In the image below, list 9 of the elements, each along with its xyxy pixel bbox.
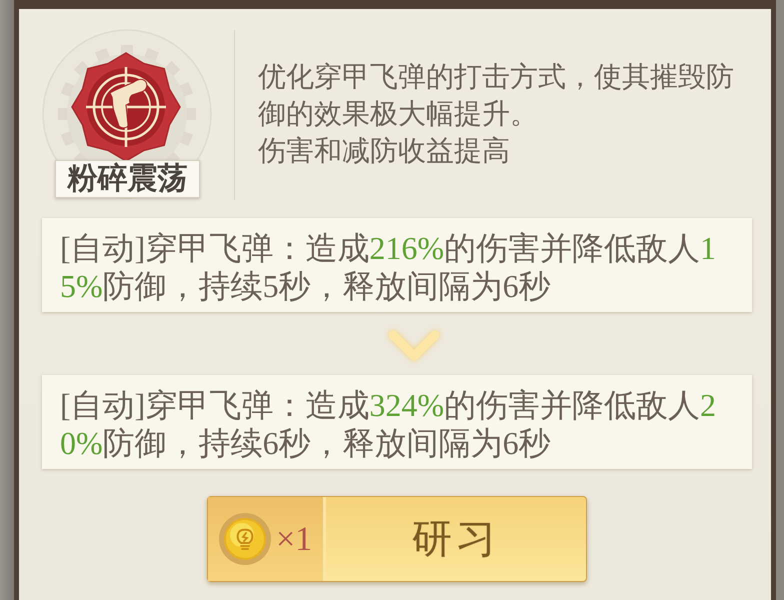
description-text: 伤害和减防收益提高 xyxy=(258,135,511,169)
effect-text: [自动]穿甲飞弹：造成216%的伤害并降低敌人15%防御，持续5秒，释放间隔为6秒 xyxy=(60,229,717,305)
skill-name-label: 粉碎震荡 xyxy=(55,160,200,198)
cost-count: ×1 xyxy=(276,520,312,560)
effect-text: [自动]穿甲飞弹：造成324%的伤害并降低敌人20%防御，持续6秒，释放间隔为6秒 xyxy=(60,386,717,462)
description-text: 优化穿甲飞弹的打击方式，使其摧毁防御的效果极大幅提升。 xyxy=(258,61,735,132)
chevron-down-icon xyxy=(387,330,441,362)
lightbulb-coin-icon xyxy=(218,512,272,566)
study-button[interactable]: ×1 研习 xyxy=(207,496,587,582)
